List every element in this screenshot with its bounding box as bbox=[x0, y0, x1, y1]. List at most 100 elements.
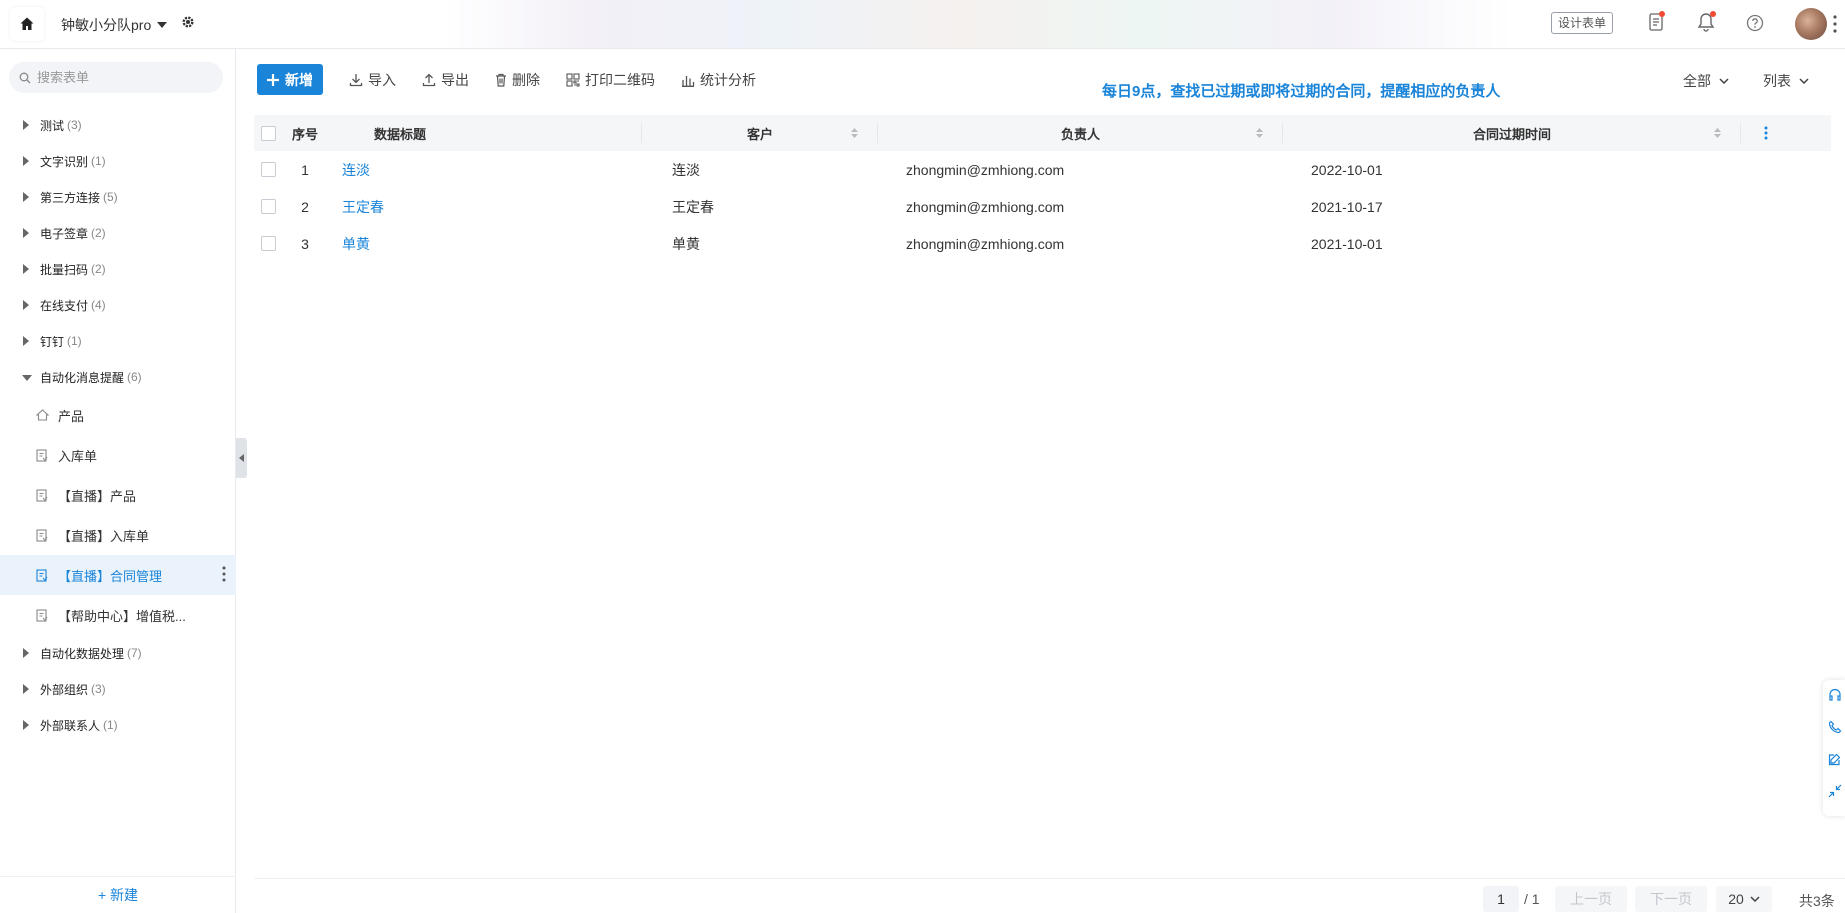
view-select[interactable]: 列表 bbox=[1763, 71, 1809, 91]
sidebar-collapse-handle[interactable] bbox=[236, 438, 247, 478]
page-input[interactable]: 1 bbox=[1483, 886, 1519, 912]
group-count: (5) bbox=[103, 190, 118, 204]
tree-group[interactable]: 第三方连接 (5) bbox=[0, 179, 236, 215]
group-count: (1) bbox=[67, 334, 82, 348]
form-item[interactable]: 入库单 bbox=[0, 435, 236, 475]
tree-group[interactable]: 自动化数据处理 (7) bbox=[0, 635, 236, 671]
column-header-customer[interactable]: 客户 bbox=[642, 115, 878, 151]
group-label: 测试 bbox=[40, 118, 65, 133]
page-size-select[interactable]: 20 bbox=[1716, 886, 1772, 912]
group-label: 在线支付 bbox=[40, 298, 89, 313]
pagination: 1 / 1 上一页 下一页 20 共3条 bbox=[254, 878, 1845, 913]
row-number: 1 bbox=[301, 161, 309, 178]
row-checkbox[interactable] bbox=[260, 236, 276, 251]
team-selector[interactable]: 钟敏小分队pro bbox=[61, 15, 168, 35]
tree-group[interactable]: 钉钉 (1) bbox=[0, 323, 236, 359]
download-icon bbox=[349, 73, 363, 86]
search-input[interactable] bbox=[37, 70, 207, 85]
table-row[interactable]: 2 王定春 王定春 zhongmin@zmhiong.com 2021-10-1… bbox=[254, 188, 1831, 225]
form-item-more-button[interactable] bbox=[222, 566, 226, 582]
row-title-link[interactable]: 单黄 bbox=[328, 225, 672, 262]
form-icon bbox=[36, 608, 48, 622]
phone-button[interactable] bbox=[1828, 720, 1842, 734]
tree-group[interactable]: 外部组织 (3) bbox=[0, 671, 236, 707]
team-settings-button[interactable] bbox=[181, 15, 195, 29]
row-customer: 单黄 bbox=[672, 235, 700, 252]
export-button[interactable]: 导出 bbox=[422, 70, 469, 90]
select-all-checkbox[interactable] bbox=[260, 125, 276, 141]
account-more-button[interactable] bbox=[1833, 15, 1837, 33]
feedback-button[interactable] bbox=[1828, 752, 1842, 766]
headset-icon bbox=[1829, 688, 1841, 701]
group-count: (3) bbox=[67, 118, 82, 132]
add-button[interactable]: 新增 bbox=[257, 64, 323, 95]
collapse-panel-button[interactable] bbox=[1828, 784, 1842, 798]
page-total: / 1 bbox=[1524, 891, 1540, 907]
delete-button[interactable]: 删除 bbox=[495, 70, 540, 90]
plus-icon bbox=[267, 73, 279, 86]
form-item[interactable]: 【直播】产品 bbox=[0, 475, 236, 515]
form-item[interactable]: 【帮助中心】增值税... bbox=[0, 595, 236, 635]
table-row[interactable]: 1 连淡 连淡 zhongmin@zmhiong.com 2022-10-01 bbox=[254, 151, 1831, 188]
row-checkbox[interactable] bbox=[260, 199, 276, 214]
import-button[interactable]: 导入 bbox=[349, 70, 396, 90]
column-header-expire[interactable]: 合同过期时间 bbox=[1283, 115, 1741, 151]
sidebar: 测试(3) 文字识别(1) 第三方连接(5) 电子签章(2) 批量扫码(2) 在… bbox=[0, 49, 236, 913]
group-label: 自动化数据处理 bbox=[40, 646, 125, 661]
stats-button[interactable]: 统计分析 bbox=[681, 70, 756, 90]
stats-label: 统计分析 bbox=[700, 71, 756, 88]
form-icon bbox=[36, 568, 48, 582]
tree-group-expanded[interactable]: 自动化消息提醒 (6) bbox=[0, 359, 236, 395]
customer-service-button[interactable] bbox=[1828, 688, 1842, 702]
upload-icon bbox=[422, 73, 436, 86]
column-header-label: 数据标题 bbox=[373, 126, 426, 142]
new-form-button[interactable]: + 新建 bbox=[0, 876, 236, 913]
tree-group[interactable]: 批量扫码 (2) bbox=[0, 251, 236, 287]
caret-right-icon bbox=[23, 192, 29, 202]
more-vertical-icon bbox=[1764, 126, 1768, 140]
form-item-active[interactable]: 【直播】合同管理 bbox=[0, 555, 236, 595]
prev-page-button[interactable]: 上一页 bbox=[1555, 886, 1627, 912]
column-settings-button[interactable] bbox=[1741, 115, 1791, 151]
tree-group[interactable]: 在线支付 (4) bbox=[0, 287, 236, 323]
home-outline-icon bbox=[36, 409, 49, 421]
form-item-label: 【直播】合同管理 bbox=[58, 568, 163, 584]
form-icon bbox=[36, 528, 48, 542]
home-icon bbox=[20, 17, 34, 30]
next-page-button[interactable]: 下一页 bbox=[1635, 886, 1707, 912]
table-row[interactable]: 3 单黄 单黄 zhongmin@zmhiong.com 2021-10-01 bbox=[254, 225, 1831, 262]
tree-group[interactable]: 测试 (3) bbox=[0, 107, 236, 143]
caret-right-icon bbox=[23, 228, 29, 238]
row-title-link[interactable]: 连淡 bbox=[328, 151, 672, 188]
notification-button[interactable] bbox=[1697, 11, 1716, 32]
tree-group[interactable]: 外部联系人 (1) bbox=[0, 707, 236, 743]
caret-right-icon bbox=[23, 720, 29, 730]
avatar[interactable] bbox=[1795, 8, 1827, 40]
filter-select[interactable]: 全部 bbox=[1683, 71, 1729, 91]
sort-icon bbox=[1256, 128, 1263, 138]
help-button[interactable] bbox=[1746, 14, 1764, 32]
tree-group[interactable]: 文字识别 (1) bbox=[0, 143, 236, 179]
column-header-owner[interactable]: 负责人 bbox=[878, 115, 1283, 151]
design-form-button[interactable]: 设计表单 bbox=[1551, 12, 1614, 34]
group-count: (1) bbox=[103, 718, 118, 732]
filter-label: 全部 bbox=[1683, 73, 1711, 89]
column-header-title[interactable]: 数据标题 bbox=[328, 115, 642, 151]
chevron-down-icon bbox=[1750, 896, 1760, 902]
task-button[interactable] bbox=[1648, 11, 1665, 32]
home-button[interactable] bbox=[10, 7, 44, 41]
tree-group[interactable]: 电子签章 (2) bbox=[0, 215, 236, 251]
group-count: (2) bbox=[91, 226, 106, 240]
form-item-label: 入库单 bbox=[58, 448, 98, 464]
row-title-link[interactable]: 王定春 bbox=[328, 188, 672, 225]
caret-right-icon bbox=[23, 264, 29, 274]
group-label: 外部联系人 bbox=[40, 718, 101, 733]
row-checkbox[interactable] bbox=[260, 162, 276, 177]
caret-left-icon bbox=[239, 454, 244, 462]
form-item-label: 【帮助中心】增值税... bbox=[58, 608, 186, 624]
form-item[interactable]: 【直播】入库单 bbox=[0, 515, 236, 555]
table-header: 序号 数据标题 客户 负责人 合同过期时间 bbox=[254, 115, 1831, 151]
print-qr-button[interactable]: 打印二维码 bbox=[566, 70, 655, 90]
group-count: (6) bbox=[127, 370, 142, 384]
form-item[interactable]: 产品 bbox=[0, 395, 236, 435]
